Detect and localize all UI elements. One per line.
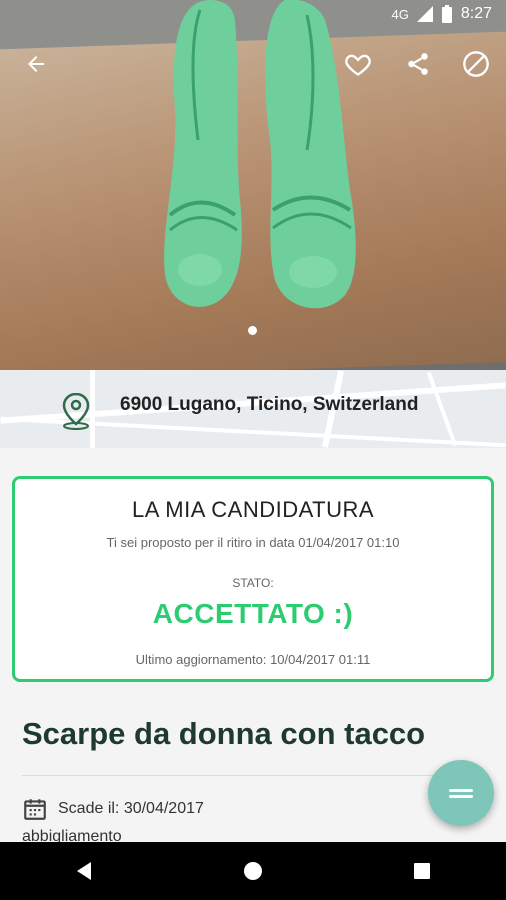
- nav-back-button[interactable]: [64, 851, 104, 891]
- last-update-text: Ultimo aggiornamento: 10/04/2017 01:11: [135, 652, 371, 667]
- battery-icon: [441, 5, 452, 23]
- expiry-text: Scade il: 30/04/2017: [58, 800, 204, 817]
- network-label: 4G: [391, 6, 409, 22]
- menu-equals-icon: [449, 786, 473, 801]
- map-pin-icon: [62, 392, 90, 430]
- divider: [22, 775, 484, 776]
- menu-fab-button[interactable]: [428, 760, 494, 826]
- card-title: LA MIA CANDIDATURA: [131, 497, 375, 522]
- favorite-button[interactable]: [338, 44, 378, 84]
- item-title: Scarpe da donna con tacco: [22, 716, 426, 751]
- nav-recents-button[interactable]: [402, 851, 442, 891]
- map-road: [426, 371, 458, 447]
- share-button[interactable]: [398, 44, 438, 84]
- photo-pager-dot: [248, 326, 257, 335]
- arrow-left-icon: [28, 56, 44, 72]
- location-map[interactable]: 6900 Lugano, Ticino, Switzerland: [0, 370, 506, 448]
- item-photo[interactable]: 4G 8 8:27: [0, 0, 506, 370]
- block-button[interactable]: [456, 44, 496, 84]
- nav-recents-icon: [413, 863, 430, 879]
- signal-icon: [416, 6, 433, 22]
- status-bar: 4G 8 8:27: [0, 0, 506, 28]
- expiry-row: Scade il: 30/04/2017: [22, 796, 204, 822]
- location-address: 6900 Lugano, Ticino, Switzerland: [120, 394, 419, 415]
- share-icon: [408, 53, 428, 75]
- clock: 8:27: [460, 5, 492, 22]
- nav-back-icon: [77, 862, 92, 880]
- application-status-card: LA MIA CANDIDATURA Ti sei proposto per i…: [12, 476, 494, 682]
- proposal-text: Ti sei proposto per il ritiro in data 01…: [106, 535, 400, 550]
- nav-home-button[interactable]: [233, 851, 273, 891]
- block-icon: [463, 51, 489, 77]
- back-button[interactable]: [16, 44, 56, 84]
- heart-outline-icon: [345, 54, 371, 76]
- system-navigation-bar: [0, 842, 506, 900]
- calendar-icon: [24, 799, 46, 820]
- nav-home-icon: [243, 862, 262, 880]
- status-value: ACCETTATO :): [152, 598, 354, 629]
- item-details: Scarpe da donna con tacco Scade il: 30/0…: [0, 700, 506, 845]
- status-label: STATO:: [232, 576, 274, 590]
